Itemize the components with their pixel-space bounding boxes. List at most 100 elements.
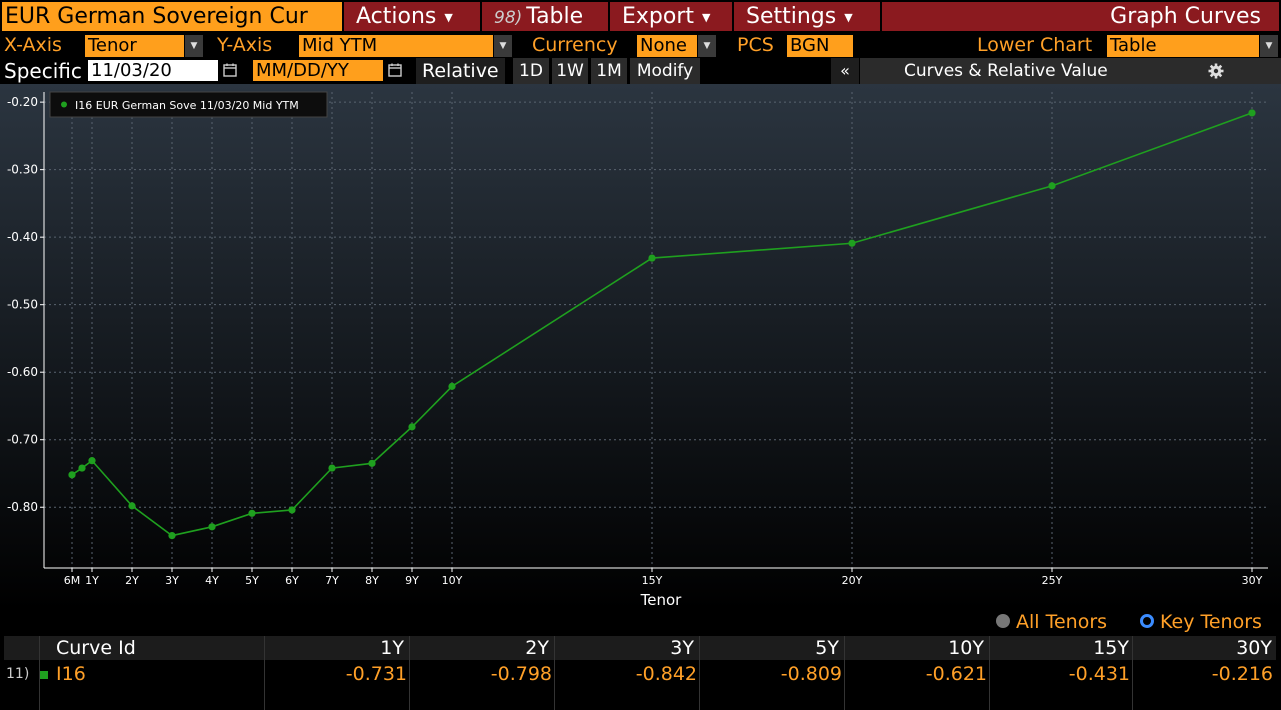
data-point[interactable] (78, 464, 86, 472)
y-tick-label: -0.50 (7, 298, 38, 312)
y-tick-label: -0.60 (7, 365, 38, 379)
legend-marker (61, 101, 67, 108)
relative-1w-button[interactable]: 1W (552, 58, 588, 84)
gear-icon[interactable] (1207, 62, 1225, 80)
column-header-30y: 30Y (1236, 637, 1272, 659)
actions-menu-button[interactable]: Actions ▼ (344, 2, 480, 31)
axis-selector-bar: X-Axis Tenor ▼ Y-Axis Mid YTM ▼ Currency… (0, 33, 1281, 58)
table-label: Table (526, 4, 584, 29)
calendar-icon[interactable] (387, 62, 403, 78)
data-point[interactable] (408, 423, 416, 431)
y-axis-select[interactable]: Mid YTM (299, 35, 493, 57)
data-point[interactable] (648, 254, 656, 262)
data-point[interactable] (328, 464, 336, 472)
menu-bar: EUR German Sovereign Cur Actions ▼ 98) Tab… (0, 0, 1281, 33)
actions-label: Actions (356, 4, 437, 29)
specific-date-input[interactable]: 11/03/20 (88, 60, 218, 81)
x-tick-label: 3Y (165, 574, 179, 587)
table-row[interactable]: 11) I16 -0.731 -0.798 -0.842 -0.809 -0.6… (4, 662, 1276, 686)
x-axis-title: Tenor (640, 591, 683, 609)
y-axis-label: Y-Axis (217, 34, 273, 56)
collapse-panel-button[interactable]: « (831, 58, 859, 84)
pcs-field[interactable]: BGN (787, 35, 853, 57)
radio-unselected-icon (996, 614, 1010, 628)
all-tenors-label: All Tenors (1016, 611, 1108, 633)
tenor-toggle-bar: All Tenors Key Tenors (0, 610, 1281, 634)
data-point[interactable] (1248, 109, 1256, 117)
value-cell-30y: -0.216 (1211, 663, 1273, 685)
caret-down-icon: ▼ (844, 10, 853, 24)
lower-chart-dropdown-icon[interactable]: ▼ (1260, 35, 1278, 57)
key-tenors-radio[interactable]: Key Tenors (1140, 610, 1262, 634)
table-button[interactable]: 98) Table (482, 2, 608, 31)
settings-menu-button[interactable]: Settings ▼ (734, 2, 880, 31)
data-point[interactable] (448, 382, 456, 390)
modify-button[interactable]: Modify (630, 58, 700, 84)
lower-chart-select[interactable]: Table (1107, 35, 1259, 57)
data-point[interactable] (208, 523, 216, 531)
specific-label: Specific (4, 59, 82, 83)
value-cell-1y: -0.731 (345, 663, 407, 685)
x-tick-label: 30Y (1242, 574, 1263, 587)
column-header-curve-id: Curve Id (56, 637, 136, 659)
x-tick-label: 6M (64, 574, 81, 587)
caret-down-icon: ▼ (702, 10, 711, 24)
x-tick-label: 8Y (365, 574, 379, 587)
table-header: Curve Id 1Y 2Y 3Y 5Y 10Y 15Y 30Y (4, 636, 1276, 660)
y-tick-label: -0.30 (7, 163, 38, 177)
export-menu-button[interactable]: Export ▼ (610, 2, 732, 31)
column-header-10y: 10Y (948, 637, 984, 659)
x-tick-label: 1Y (85, 574, 99, 587)
x-tick-label: 10Y (442, 574, 463, 587)
y-tick-label: -0.20 (7, 95, 38, 109)
export-label: Export (622, 4, 695, 29)
x-tick-label: 25Y (1042, 574, 1063, 587)
x-tick-label: 5Y (245, 574, 259, 587)
graph-curves-title: Graph Curves (882, 2, 1279, 31)
pcs-label: PCS (737, 34, 774, 56)
x-tick-label: 6Y (285, 574, 299, 587)
data-point[interactable] (168, 531, 176, 540)
x-axis-label: X-Axis (4, 34, 62, 56)
compare-date-input[interactable]: MM/DD/YY (253, 60, 383, 81)
currency-dropdown-icon[interactable]: ▼ (698, 35, 716, 57)
curves-relative-value-panel-header[interactable]: Curves & Relative Value (860, 58, 1281, 84)
curve-id-cell: I16 (56, 663, 86, 685)
y-tick-label: -0.70 (7, 433, 38, 447)
x-axis-dropdown-icon[interactable]: ▼ (185, 35, 203, 57)
data-point[interactable] (248, 509, 256, 517)
currency-select[interactable]: None (637, 35, 697, 57)
panel-title: Curves & Relative Value (904, 61, 1108, 81)
data-point[interactable] (288, 506, 296, 514)
y-tick-label: -0.40 (7, 230, 38, 244)
value-cell-5y: -0.809 (780, 663, 842, 685)
date-bar: Specific 11/03/20 MM/DD/YY Relative 1D 1… (0, 58, 1281, 84)
all-tenors-radio[interactable]: All Tenors (996, 610, 1107, 634)
settings-label: Settings (746, 4, 837, 29)
x-axis-select[interactable]: Tenor (85, 35, 184, 57)
data-point[interactable] (368, 459, 376, 467)
x-tick-label: 15Y (642, 574, 663, 587)
x-tick-label: 4Y (205, 574, 219, 587)
data-point[interactable] (848, 239, 856, 247)
x-tick-label: 7Y (325, 574, 339, 587)
curve-title-field[interactable]: EUR German Sovereign Cur (2, 2, 342, 31)
y-axis-dropdown-icon[interactable]: ▼ (494, 35, 512, 57)
relative-1d-button[interactable]: 1D (513, 58, 549, 84)
relative-1m-button[interactable]: 1M (591, 58, 627, 84)
caret-down-icon: ▼ (444, 10, 453, 24)
y-tick-label: -0.80 (7, 500, 38, 514)
lower-chart-label: Lower Chart (977, 34, 1093, 56)
x-tick-label: 20Y (842, 574, 863, 587)
x-tick-label: 9Y (405, 574, 419, 587)
calendar-icon[interactable] (222, 62, 238, 78)
data-point[interactable] (88, 457, 96, 465)
column-header-5y: 5Y (815, 637, 839, 659)
key-tenors-label: Key Tenors (1160, 611, 1262, 633)
column-header-2y: 2Y (525, 637, 549, 659)
yield-curve-chart: -0.20 -0.30 -0.40 -0.50 -0.60 -0.70 -0.80 6M 1Y 2… (0, 84, 1281, 610)
data-point[interactable] (128, 502, 136, 510)
data-point[interactable] (1048, 182, 1056, 190)
radio-selected-icon (1140, 614, 1154, 628)
data-point[interactable] (68, 471, 76, 479)
